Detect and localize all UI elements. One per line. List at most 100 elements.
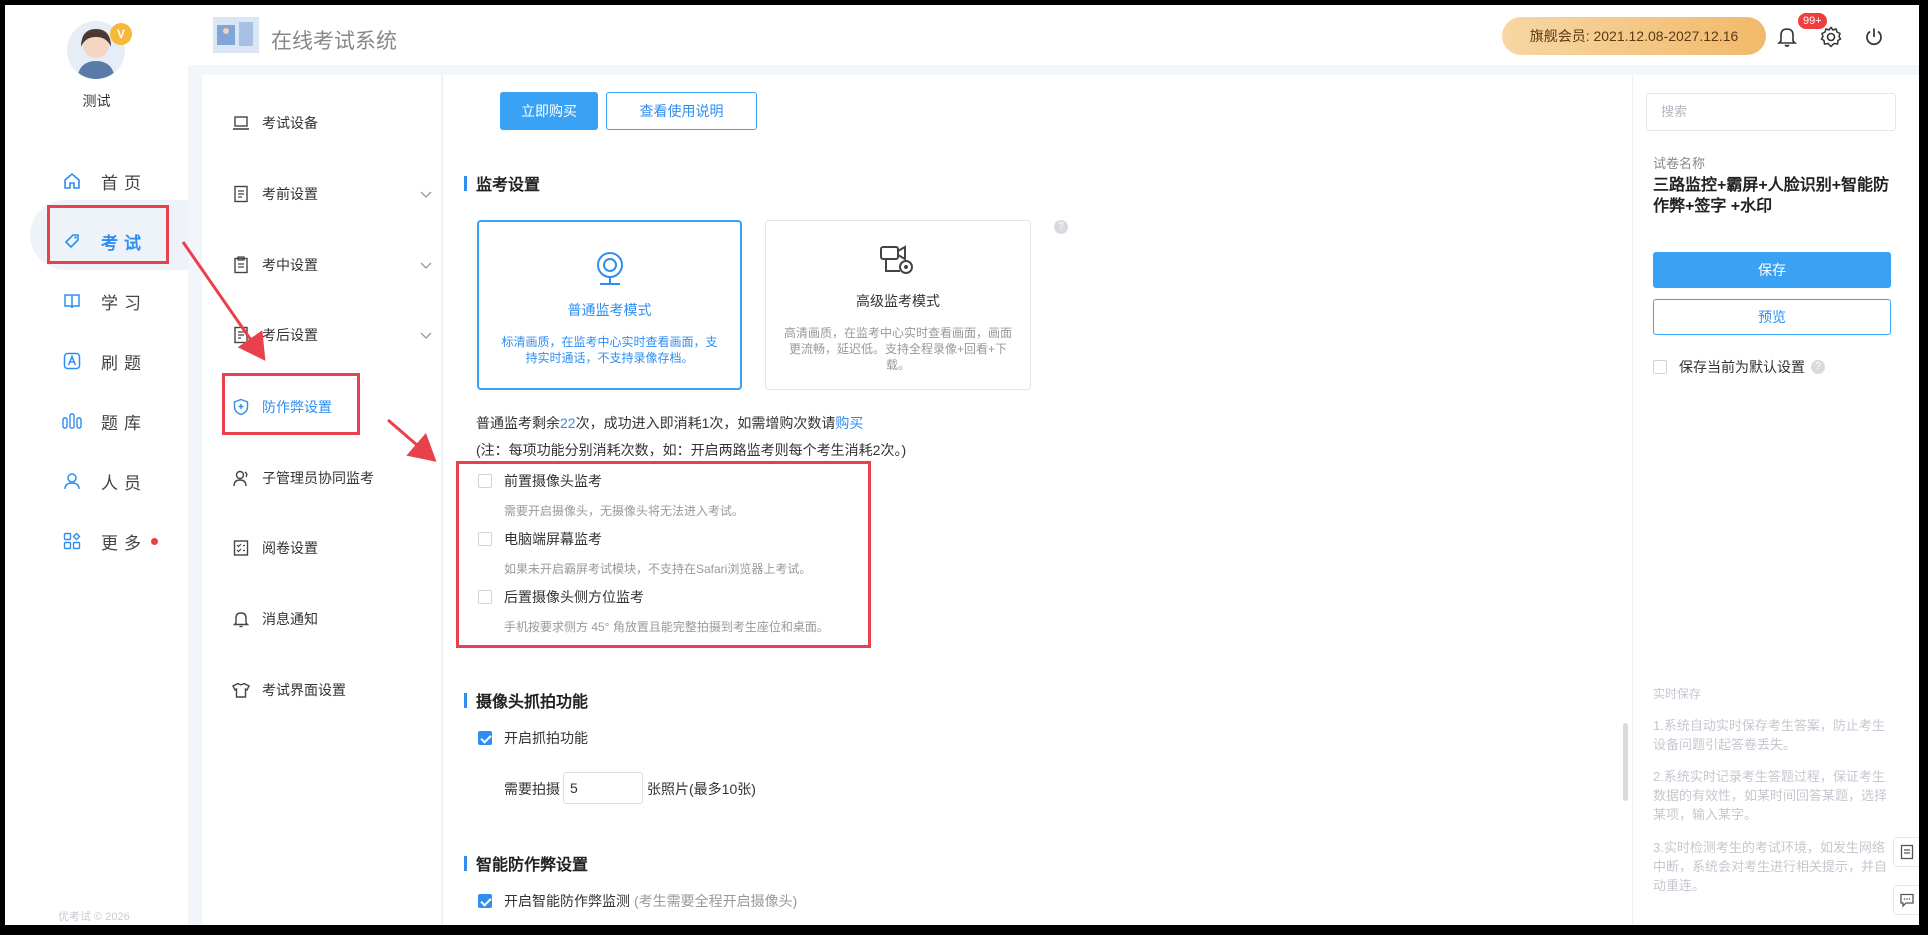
capture-count-input[interactable]: 5 [563, 772, 643, 804]
report-icon [232, 326, 250, 344]
section-title-anti-cheat: 智能防作弊设置 [464, 851, 588, 875]
mode-card-standard[interactable]: 普通监考模式 标清画质，在监考中心实时查看画面，支持实时通话，不支持录像存档。 [477, 220, 742, 390]
subnav-item-notifications[interactable]: 消息通知 [232, 607, 432, 631]
app-title: 在线考试系统 [271, 30, 397, 53]
subnav-item-co-proctor[interactable]: 子管理员协同监考 [232, 466, 432, 490]
quota-info: 普通监考剩余22次，成功进入即消耗1次，如需增购次数请购买 [476, 413, 863, 433]
nav-item-more[interactable]: 更多 [61, 526, 158, 556]
bell-icon[interactable] [1775, 25, 1799, 49]
nav-item-home[interactable]: 首页 [61, 166, 147, 196]
clipboard-icon [232, 256, 250, 274]
nav-item-question-bank[interactable]: 题库 [61, 406, 147, 436]
chat-icon[interactable] [1893, 885, 1919, 915]
option-label: 保存当前为默认设置 [1679, 359, 1805, 375]
subnav-item-exam-device[interactable]: 考试设备 [232, 111, 432, 135]
subnav-item-in-exam[interactable]: 考中设置 [232, 253, 432, 277]
subnav-label: 考后设置 [262, 327, 318, 343]
nav-label: 首页 [101, 173, 147, 193]
preview-button[interactable]: 预览 [1653, 299, 1891, 335]
quota-suffix: 次，成功进入即消耗1次，如需增购次数请 [575, 415, 836, 431]
annotation-box-options [456, 461, 871, 648]
tip-item: 3.实时检测考生的考试环境，如发生网络中断，系统会对考生进行相关提示，并自动重连… [1653, 840, 1888, 893]
bell-icon [232, 610, 250, 628]
annotation-box-exam [47, 205, 169, 264]
mode-desc: 标清画质，在监考中心实时查看画面，支持实时通话，不支持录像存档。 [501, 335, 718, 365]
quota-prefix: 普通监考剩余 [476, 415, 560, 431]
tip-item: 1.系统自动实时保存考生答案，防止考生设备问题引起答卷丢失。 [1653, 718, 1885, 752]
subnav-label: 阅卷设置 [262, 540, 318, 556]
document-icon [232, 185, 250, 203]
tip-item: 2.系统实时记录考生答题过程，保证考生数据的有效性，如某时间回答某题，选择某项，… [1653, 769, 1888, 822]
subnav-item-pre-exam[interactable]: 考前设置 [232, 182, 432, 206]
nav-item-practice[interactable]: 刷题 [61, 346, 147, 376]
mode-title: 普通监考模式 [567, 302, 652, 318]
mode-title: 高级监考模式 [856, 293, 940, 309]
checkbox-checked[interactable] [478, 894, 492, 908]
save-default-option[interactable]: 保存当前为默认设置 ? [1653, 357, 1825, 377]
checkbox-checked[interactable] [478, 731, 492, 745]
annotation-box-anti-cheat [222, 373, 360, 435]
subnav-item-interface[interactable]: 考试界面设置 [232, 678, 432, 702]
subnav-label: 考前设置 [262, 186, 318, 202]
nav-item-people[interactable]: 人员 [61, 466, 147, 496]
option-label: 开启智能防作弊监测 [504, 893, 630, 909]
laptop-icon [232, 114, 250, 132]
users-icon [232, 469, 250, 487]
shirt-icon [232, 681, 250, 699]
subnav-label: 消息通知 [262, 611, 318, 627]
scrollbar[interactable] [1623, 723, 1628, 801]
help-icon[interactable]: ? [1811, 360, 1825, 374]
subnav-item-grading[interactable]: 阅卷设置 [232, 536, 432, 560]
paper-name: 三路监控+霸屏+人脸识别+智能防作弊+签字 +水印 [1653, 177, 1890, 215]
nav-label: 学习 [101, 293, 147, 313]
checklist-icon [232, 539, 250, 557]
right-panel: 搜索 试卷名称 三路监控+霸屏+人脸识别+智能防作弊+签字 +水印 保存 预览 … [1632, 75, 1919, 925]
buy-link[interactable]: 购买 [835, 415, 863, 431]
buy-button[interactable]: 立即购买 [500, 92, 598, 130]
search-input[interactable]: 搜索 [1646, 93, 1896, 131]
left-rail: V 测试 首页 考试 学习 刷题 题库 人员 更多 优考试 © 2026 [5, 5, 188, 925]
capture-unit-label: 张照片(最多10张) [647, 781, 756, 797]
option-capture-enable[interactable]: 开启抓拍功能 [478, 728, 588, 748]
checkbox[interactable] [1653, 360, 1667, 374]
save-button[interactable]: 保存 [1653, 252, 1891, 288]
gear-icon[interactable] [1819, 25, 1843, 49]
home-icon [61, 170, 83, 192]
section-title-capture: 摄像头抓拍功能 [464, 688, 588, 712]
nav-item-study[interactable]: 学习 [61, 286, 147, 316]
subnav-label: 考中设置 [262, 257, 318, 273]
guide-button[interactable]: 查看使用说明 [606, 92, 757, 130]
webcam-icon [590, 248, 630, 288]
subnav-label: 考试界面设置 [262, 682, 346, 698]
help-icon[interactable]: ? [1054, 220, 1068, 234]
chevron-down-icon[interactable] [420, 257, 432, 273]
settings-sidebar: 考试设备 考前设置 考中设置 考后设置 防作弊设置 子管理员协同监考 阅卷设置 [202, 75, 441, 925]
copyright: 优考试 © 2026 [58, 911, 130, 923]
logo [213, 17, 259, 53]
chevron-down-icon[interactable] [420, 186, 432, 202]
option-anticheat-enable[interactable]: 开启智能防作弊监测 (考生需要全程开启摄像头) [478, 891, 797, 911]
power-icon[interactable] [1862, 25, 1886, 49]
section-title-proctor: 监考设置 [464, 171, 540, 195]
bars-icon [61, 410, 83, 432]
subnav-item-post-exam[interactable]: 考后设置 [232, 323, 432, 347]
vip-icon: V [110, 23, 132, 45]
video-camera-icon [878, 239, 918, 279]
letter-a-icon [61, 350, 83, 372]
app-window: V 测试 首页 考试 学习 刷题 题库 人员 更多 优考试 © 2026 在线考… [5, 5, 1919, 925]
user-icon [61, 470, 83, 492]
user-name[interactable]: 测试 [5, 91, 188, 111]
notes-icon[interactable] [1893, 837, 1919, 867]
quota-note: (注：每项功能分别消耗次数，如：开启两路监考则每个考生消耗2次。) [476, 442, 907, 458]
nav-label: 刷题 [101, 353, 147, 373]
apps-icon [61, 530, 83, 552]
membership-badge[interactable]: 旗舰会员: 2021.12.08-2027.12.16 [1502, 17, 1766, 55]
chevron-down-icon[interactable] [420, 327, 432, 343]
mode-card-advanced[interactable]: 高级监考模式 高清画质，在监考中心实时查看画面，画面更流畅，延迟低。支持全程录像… [765, 220, 1031, 390]
mode-desc: 高清画质，在监考中心实时查看画面，画面更流畅，延迟低。支持全程录像+回看+下载。 [784, 326, 1013, 372]
nav-label: 题库 [101, 413, 147, 433]
subnav-label: 子管理员协同监考 [262, 470, 374, 486]
option-label: 开启抓拍功能 [504, 730, 588, 746]
notification-dot [151, 537, 158, 545]
option-note: (考生需要全程开启摄像头) [634, 893, 798, 909]
